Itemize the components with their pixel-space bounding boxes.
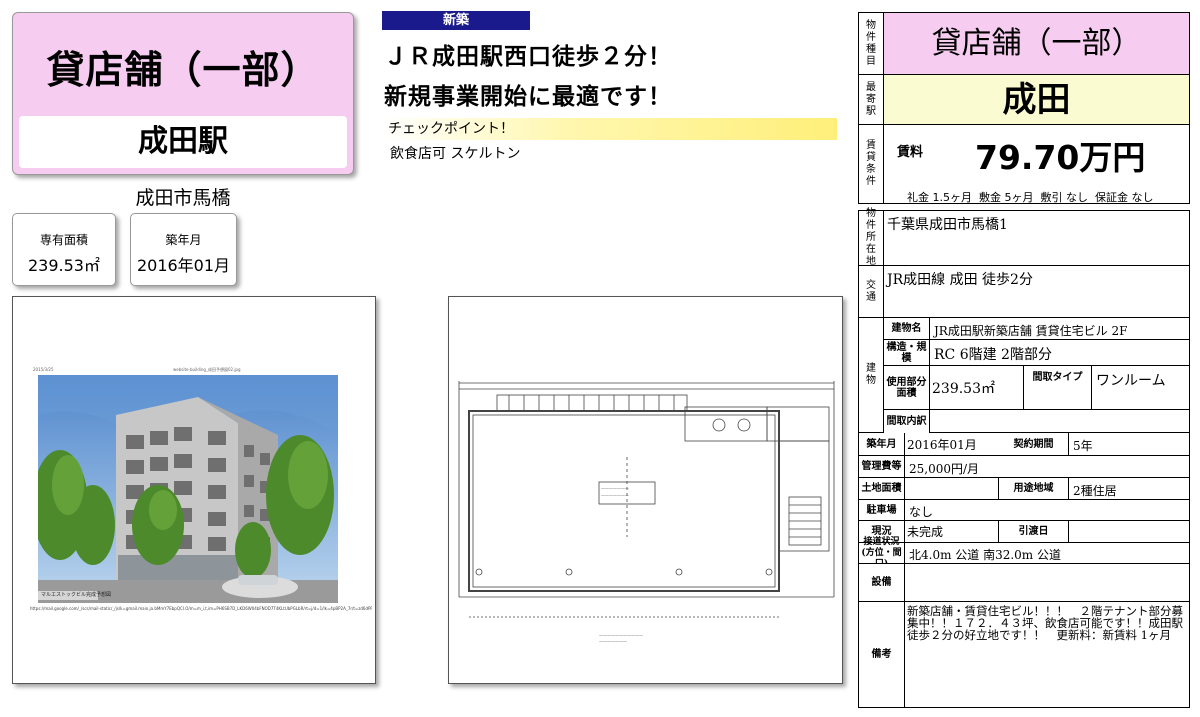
photo-url: https://mail.google.com/_/scs/mail-stati… [30,606,372,611]
zone-label: 用途地域 [999,478,1069,499]
svg-text:———————: ——————— [599,639,627,644]
building-label: 建物 [859,318,884,432]
zone-value: 2種住居 [1073,484,1117,498]
built-value: 2016年01月 [136,256,231,275]
layout-detail-label: 間取内訳 [884,410,930,433]
equipment-label: 設備 [859,564,905,601]
access-row: 交通 JR成田線 成田 徒歩2分 [859,266,1189,318]
headline-line-2: 新規事業開始に最適です！ [384,84,672,110]
photo-filename: website-building_成田予想図02.jpg [173,367,241,372]
land-value [905,478,999,499]
equipment-row: 設備 [859,564,1189,602]
structure-row: 構造・規模 RC 6階建 2階部分 [884,340,1189,366]
station-value: 成田 [884,75,1189,124]
access-value: JR成田線 成田 徒歩2分 [887,272,1033,288]
access-label: 交通 [859,266,884,317]
rent-value: 79.70万円 [975,138,1146,177]
built-label: 築年月 [165,233,202,247]
summary-table: 物件種目 貸店舗（一部） 最寄駅 成田 賃貸条件 賃料 79.70万円 礼金 1… [858,12,1190,204]
terms-label: 賃貸条件 [859,125,884,203]
svg-text:———————————: ——————————— [599,633,643,638]
station-label: 最寄駅 [859,75,884,124]
remarks-value: 新築店舗・賃貸住宅ビル！！！ ２階テナント部分募集中！！１７２．４３坪、飲食店可… [907,604,1183,642]
structure-value: RC 6階建 2階部分 [934,347,1052,363]
floor-plan-panel: ——————— ——————— ——————————— ——————— [448,296,843,684]
photo-caption: マルエストックビル完成予想図 [41,592,112,598]
area-card: 専有面積 239.53㎡ [12,213,116,286]
parking-value: なし [909,505,934,519]
terms-block: 賃貸条件 賃料 79.70万円 礼金 1.5ヶ月 敷金 5ヶ月 敷引 なし 保証… [859,125,1189,204]
station-heading: 成田駅 [19,116,347,168]
location-label: 物件所在地 [859,208,884,267]
contract-label: 契約期間 [999,433,1069,455]
type-label: 物件種目 [859,13,884,74]
land-label: 土地面積 [859,478,905,499]
contract-value: 5年 [1073,439,1093,453]
mgmt-row: 管理費等 25,000円/月 [859,456,1189,478]
station-row: 最寄駅 成田 [859,75,1189,125]
mgmt-label: 管理費等 [859,456,905,477]
type-value: 貸店舗（一部） [884,13,1189,74]
parking-row: 駐車場 なし [859,500,1189,521]
building-rendering-image [38,375,338,603]
headline: ＪＲ成田駅西口徒歩２分！ 新規事業開始に最適です！ [384,37,672,117]
status-value: 未完成 [905,521,999,542]
district-label: 成田市馬橋 [135,187,231,209]
remarks-label: 備考 [859,602,905,707]
building-name-label: 建物名 [884,318,930,339]
rent-label: 賃料 [897,145,924,160]
location-row: 物件所在地 千葉県成田市馬橋1 [859,208,1189,267]
svg-text:———————: ——————— [601,486,629,491]
building-photo-panel: 2015/3/25 website-building_成田予想図02.jpg マ… [12,296,376,684]
built-card: 築年月 2016年01月 [130,213,237,286]
type-row: 物件種目 貸店舗（一部） [859,13,1189,75]
checkpoint-items: 飲食店可 スケルトン [390,146,521,162]
structure-label: 構造・規模 [884,340,930,365]
detail-table: 物件所在地 千葉県成田市馬橋1 交通 JR成田線 成田 徒歩2分 建物 建物名 … [858,208,1190,708]
layout-type-label: 間取タイプ [1024,366,1092,409]
svg-text:———————: ——————— [601,493,629,498]
usage-area-value: 239.53㎡ [930,366,1024,409]
usage-area-label: 使用部分面積 [884,366,930,409]
status-row: 現況 未完成 引渡日 [859,521,1189,543]
new-badge: 新築 [382,11,530,30]
layout-detail-row: 間取内訳 [884,410,1189,433]
handover-label: 引渡日 [999,521,1069,542]
land-row: 土地面積 用途地域 2種住居 [859,478,1189,500]
floor-plan-drawing: ——————— ——————— ——————————— ——————— [458,381,835,644]
road-row: 接道状況(方位・間口) 北4.0m 公道 南32.0m 公道 [859,537,1189,569]
built-row: 築年月 2016年01月 契約期間 5年 [859,433,1189,456]
built-row-label: 築年月 [859,433,905,455]
property-type-heading: 貸店舗（一部） [46,48,320,92]
remarks-row: 備考 新築店舗・賃貸住宅ビル！！！ ２階テナント部分募集中！！１７２．４３坪、飲… [859,602,1189,707]
building-block: 建物 建物名 JR成田駅新築店舗 賃貸住宅ビル 2F 構造・規模 RC 6階建 … [859,318,1189,433]
property-title-card: 貸店舗（一部） 成田駅 [12,12,354,175]
road-value: 北4.0m 公道 南32.0m 公道 [909,548,1062,562]
layout-type-value: ワンルーム [1096,373,1166,389]
mgmt-value: 25,000円/月 [909,462,980,476]
road-label: 接道状況(方位・間口) [859,537,905,569]
photo-date: 2015/3/25 [33,367,54,372]
parking-label: 駐車場 [859,500,905,520]
area-value: 239.53㎡ [28,256,100,275]
building-name-value: JR成田駅新築店舗 賃貸住宅ビル 2F [934,324,1128,338]
area-label: 専有面積 [39,233,88,247]
location-value: 千葉県成田市馬橋1 [887,217,1008,233]
checkpoint-bar: チェックポイント！ [382,118,837,140]
fees-value: 礼金 1.5ヶ月 敷金 5ヶ月 敷引 なし 保証金 なし [907,191,1154,204]
building-name-row: 建物名 JR成田駅新築店舗 賃貸住宅ビル 2F [884,318,1189,340]
usage-area-row: 使用部分面積 239.53㎡ 間取タイプ ワンルーム [884,366,1189,410]
headline-line-1: ＪＲ成田駅西口徒歩２分！ [384,44,672,70]
